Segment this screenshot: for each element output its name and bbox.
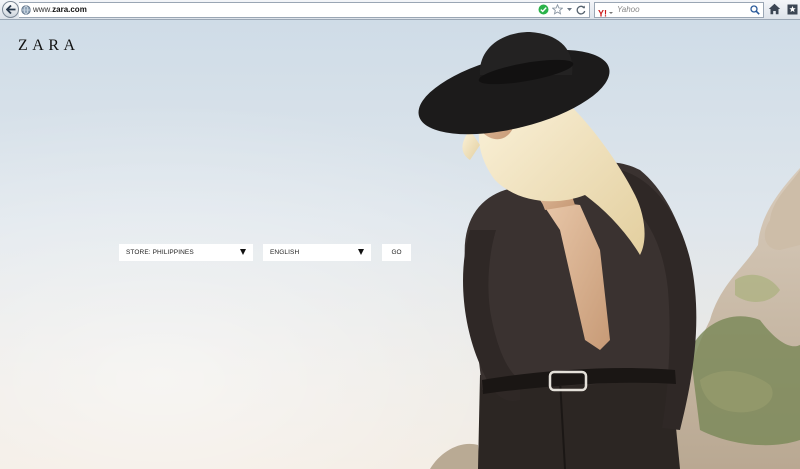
store-select[interactable]: STORE: PHILIPPINES (119, 244, 253, 261)
svg-text:Y!: Y! (598, 9, 607, 19)
chevron-down-icon (240, 249, 246, 255)
language-select[interactable]: ENGLISH (263, 244, 371, 261)
globe-icon (21, 5, 31, 15)
chevron-down-icon[interactable] (566, 4, 573, 15)
magnifier-icon[interactable] (750, 5, 760, 15)
search-input[interactable]: Yahoo (617, 5, 640, 15)
star-icon[interactable] (552, 4, 563, 15)
url-text: www.zara.com (33, 5, 87, 14)
store-select-value: STORE: PHILIPPINES (126, 249, 194, 256)
model-figure (418, 32, 697, 469)
zara-logo[interactable]: ZARA (18, 37, 80, 55)
search-bar[interactable]: Y! Yahoo (594, 2, 764, 19)
back-arrow-icon (5, 5, 15, 14)
home-icon[interactable] (768, 3, 781, 15)
browser-toolbar: www.zara.com Y! Yahoo (0, 0, 800, 20)
refresh-icon[interactable] (576, 5, 586, 15)
bookmark-icon[interactable] (787, 4, 798, 15)
language-select-value: ENGLISH (270, 249, 300, 256)
landing-page: ZARA STORE: PHILIPPINES ENGLISH GO (0, 20, 800, 469)
go-button[interactable]: GO (382, 244, 411, 261)
back-button[interactable] (2, 1, 19, 18)
address-bar[interactable]: www.zara.com (19, 2, 590, 18)
chevron-down-icon (358, 249, 364, 255)
address-bar-actions (538, 4, 586, 15)
check-circle-icon (538, 4, 549, 15)
